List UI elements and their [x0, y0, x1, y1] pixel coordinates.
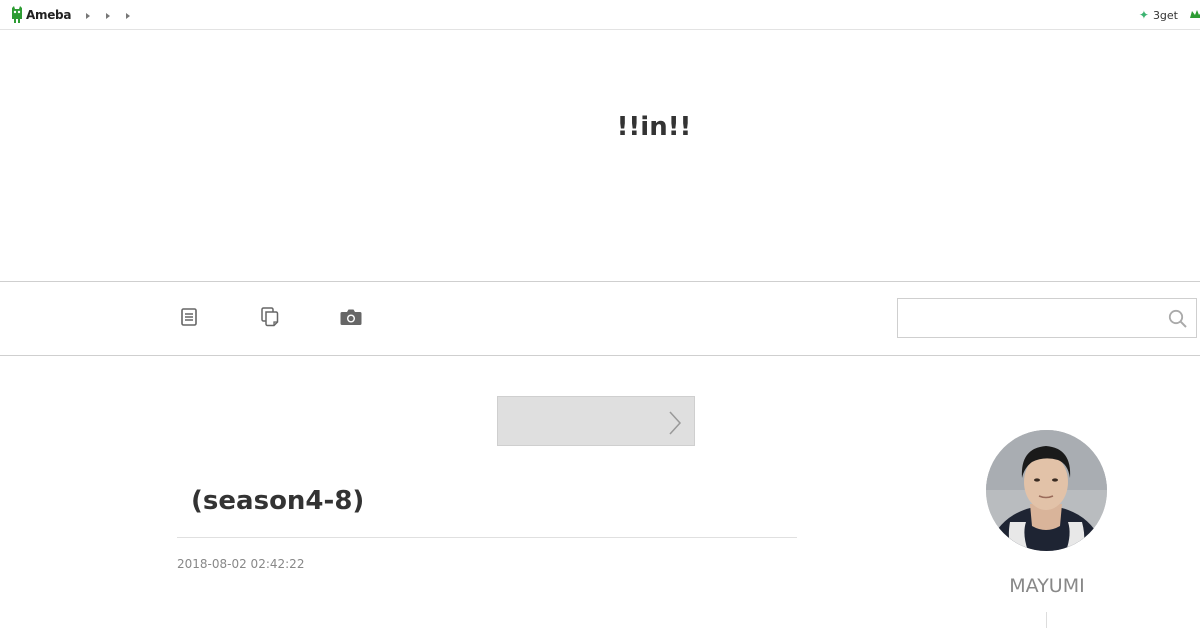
breadcrumb	[84, 11, 144, 21]
search-box	[897, 298, 1197, 338]
search-input[interactable]	[898, 299, 1158, 337]
ameba-mascot-icon	[10, 6, 24, 24]
breadcrumb-item-3[interactable]	[124, 11, 144, 21]
entry-divider	[177, 537, 797, 538]
document-list-icon[interactable]	[178, 307, 202, 327]
blog-title[interactable]: !!in!!	[0, 112, 1200, 142]
ameba-logo-link[interactable]: Ameba	[10, 5, 71, 25]
nav-divider	[0, 355, 1200, 356]
entry-date: 2018-08-02 02:42:22	[177, 557, 305, 571]
camera-icon[interactable]	[339, 307, 363, 327]
search-icon[interactable]	[1168, 309, 1188, 329]
crown-icon[interactable]	[1190, 10, 1200, 20]
copy-pages-icon[interactable]	[259, 307, 283, 327]
next-entry-button[interactable]	[497, 396, 695, 446]
avatar[interactable]	[986, 430, 1107, 551]
get-link[interactable]: 3get	[1153, 9, 1178, 22]
chevron-right-icon	[668, 411, 682, 439]
profile-divider	[1046, 612, 1047, 628]
ameba-logo-text: Ameba	[26, 8, 72, 22]
sparkle-icon: ✦	[1138, 8, 1149, 22]
breadcrumb-item-2[interactable]	[104, 11, 124, 21]
topbar-actions: ✦ 3get	[1139, 8, 1200, 22]
entry-title[interactable]: (season4-8)	[182, 486, 364, 516]
breadcrumb-item-1[interactable]	[84, 11, 104, 21]
profile-name[interactable]: MAYUMI	[987, 575, 1107, 597]
global-header: Ameba ✦ 3get	[0, 0, 1200, 30]
